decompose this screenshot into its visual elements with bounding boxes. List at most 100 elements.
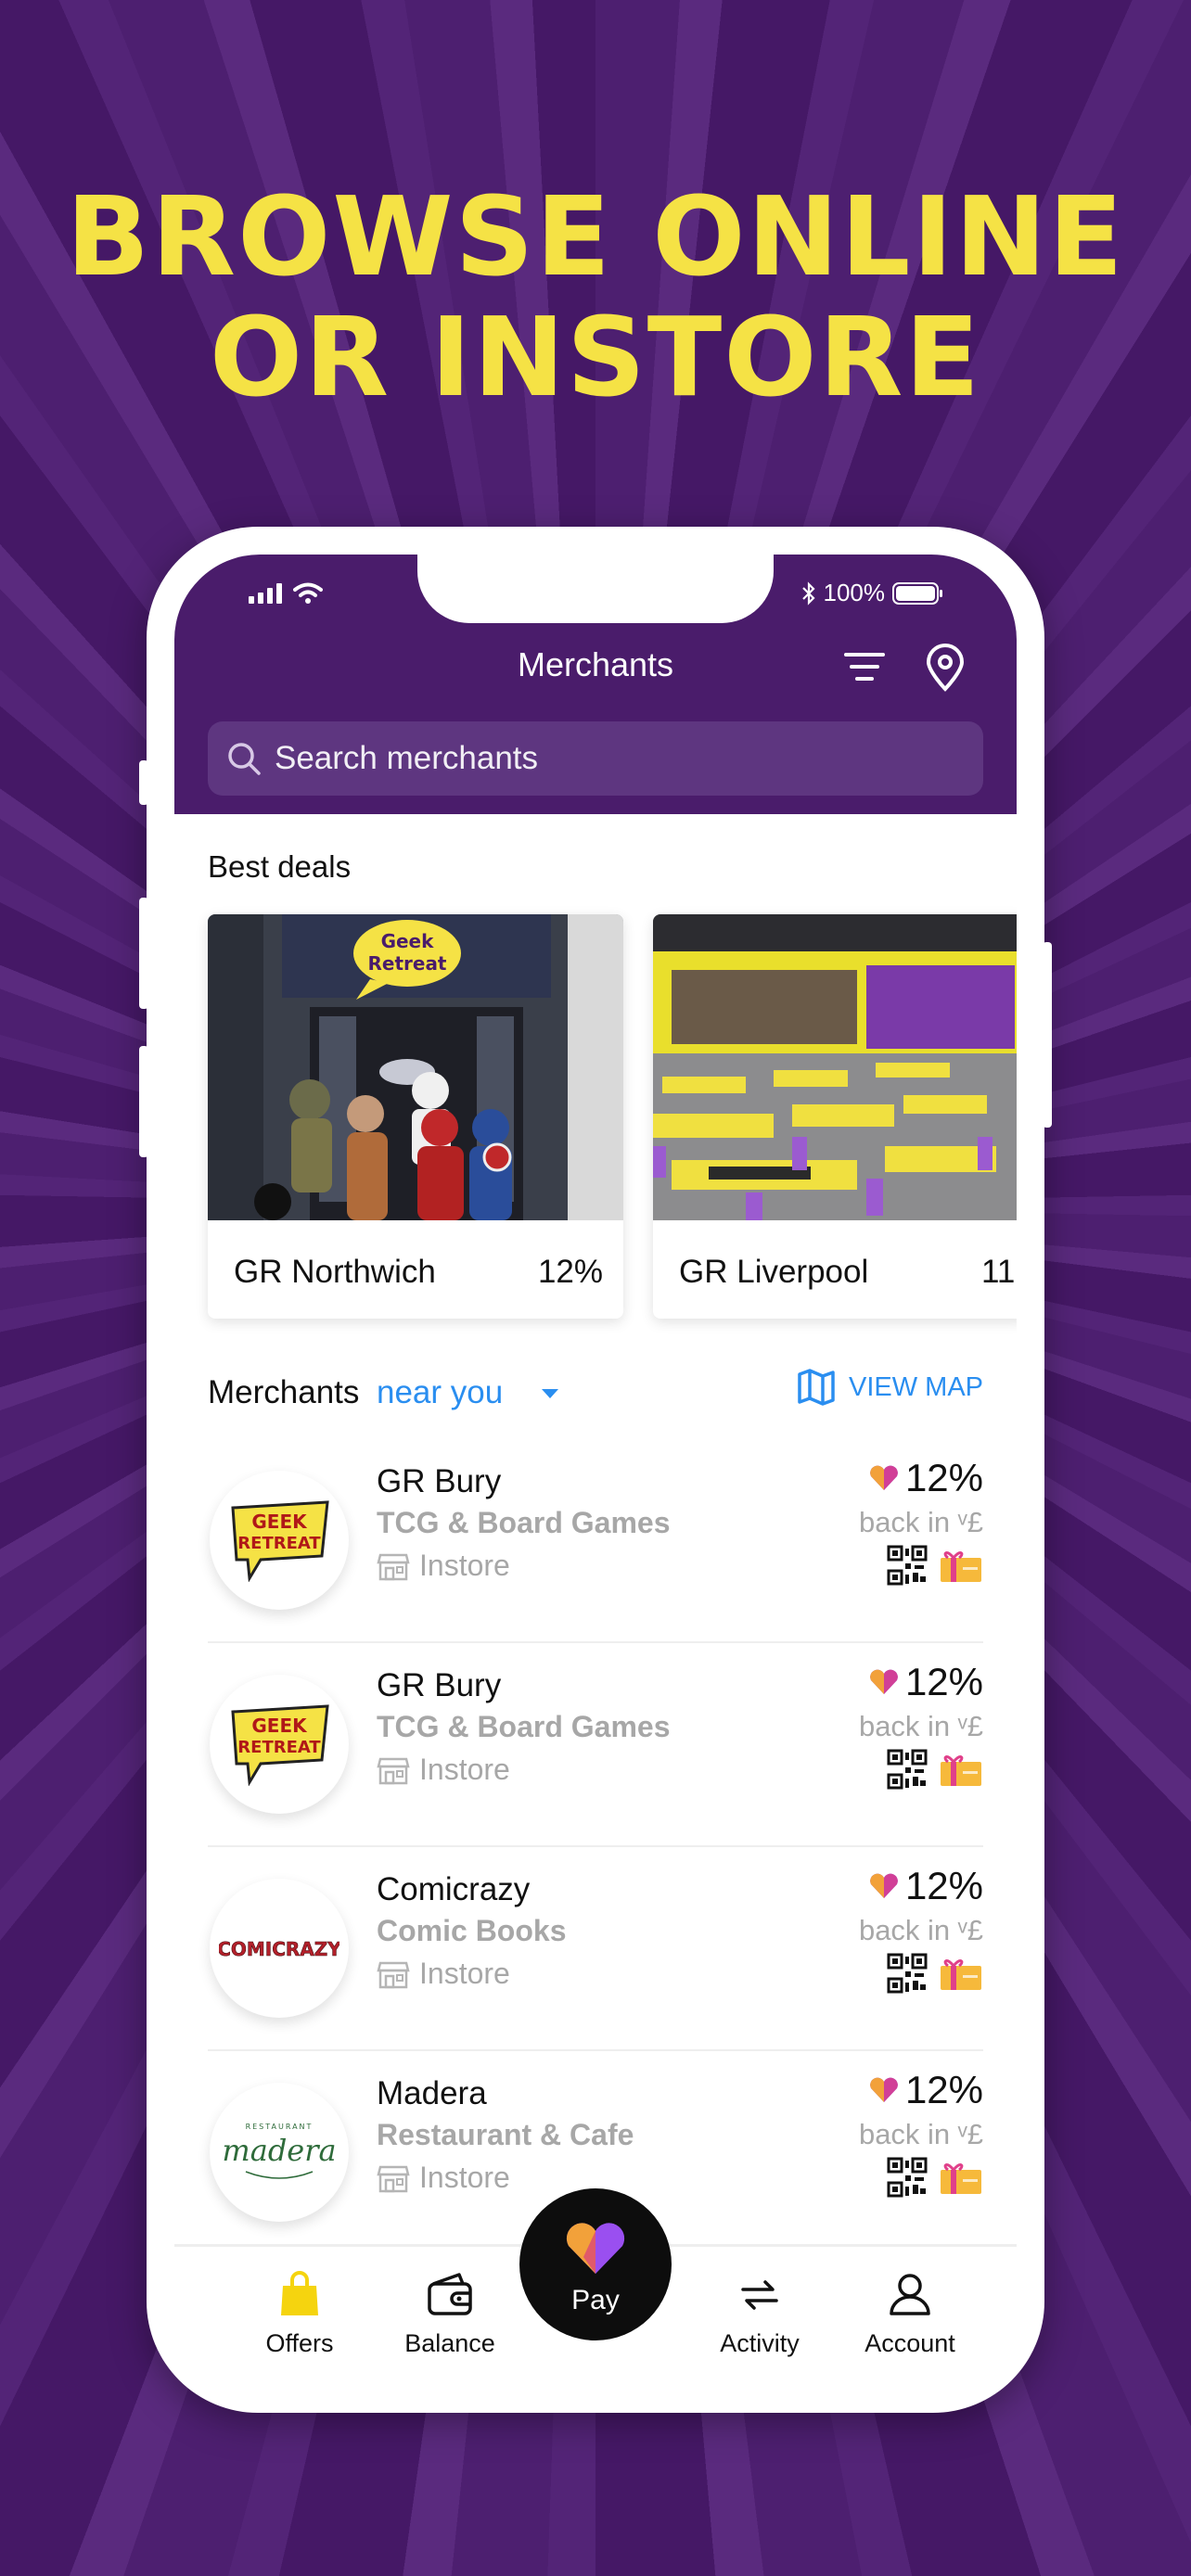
merchant-logo: GEEK RETREAT bbox=[210, 1471, 349, 1610]
merchant-category: TCG & Board Games bbox=[377, 1710, 671, 1743]
merchant-mode-label: Instore bbox=[419, 1549, 510, 1582]
merchants-near-header: Merchants near you VIEW MAP bbox=[208, 1369, 983, 1415]
tab-offers-label: Offers bbox=[265, 2329, 334, 2357]
gift-card-icon bbox=[941, 2163, 981, 2194]
phone-frame: 100% Merchants Search merchants Best dea… bbox=[139, 527, 1052, 2413]
cashback-label: back in ᵛ£ bbox=[858, 1914, 983, 1946]
logo-line-1: GEEK bbox=[251, 1511, 308, 1533]
merchant-mode-label: Instore bbox=[419, 2161, 510, 2194]
caret-down-icon[interactable] bbox=[540, 1387, 560, 1400]
app-screen: 100% Merchants Search merchants Best dea… bbox=[174, 555, 1017, 2385]
transfer-arrows-icon bbox=[741, 2280, 778, 2310]
merchant-name: GR Bury bbox=[377, 1667, 502, 1703]
heart-logo-icon bbox=[870, 1873, 898, 1898]
wallet-icon bbox=[428, 2273, 472, 2315]
merchant-row[interactable]: COMICRAZY Comicrazy Comic Books Instore bbox=[208, 1847, 983, 2051]
tab-balance-label: Balance bbox=[404, 2329, 495, 2357]
location-pin-icon[interactable] bbox=[926, 644, 965, 692]
logo-line-2: RETREAT bbox=[237, 1738, 321, 1757]
map-icon bbox=[798, 1369, 835, 1406]
merchant-category: Restaurant & Cafe bbox=[377, 2118, 634, 2151]
merchant-row[interactable]: GEEK RETREAT GR Bury TCG & Board Games I… bbox=[208, 1439, 983, 1643]
heart-logo-icon bbox=[870, 1465, 898, 1490]
deal-percent: 12% bbox=[537, 1254, 603, 1290]
cashback-label: back in ᵛ£ bbox=[858, 1710, 983, 1742]
gift-card-icon bbox=[941, 1551, 981, 1582]
deal-name: GR Northwich bbox=[234, 1254, 436, 1290]
cashback-label: back in ᵛ£ bbox=[858, 2118, 983, 2150]
cashback-percent: 12% bbox=[868, 2068, 983, 2112]
page-title: Merchants bbox=[517, 645, 674, 683]
merchant-mode: Instore bbox=[377, 1957, 510, 1991]
merchant-mode: Instore bbox=[377, 1753, 510, 1787]
payment-options bbox=[887, 2157, 983, 2198]
qr-code-icon bbox=[887, 1749, 928, 1790]
notch bbox=[417, 555, 774, 623]
merchant-mode-label: Instore bbox=[419, 1957, 510, 1990]
filter-icon[interactable] bbox=[844, 651, 885, 682]
silent-switch bbox=[139, 760, 148, 805]
logo-top-text: RESTAURANT bbox=[246, 2123, 314, 2131]
logo-line-1: GEEK bbox=[251, 1715, 308, 1737]
view-map-label: VIEW MAP bbox=[848, 1371, 983, 1402]
wifi-icon bbox=[293, 582, 323, 604]
power-button bbox=[1043, 942, 1052, 1128]
deal-card-gr-northwich[interactable]: Geek Retreat GR Northwich 12% bbox=[208, 914, 623, 1319]
status-signal bbox=[249, 582, 323, 605]
tab-offers[interactable]: Offers bbox=[230, 2271, 369, 2358]
volume-up-button bbox=[139, 898, 148, 1009]
logo-text: madera bbox=[224, 2133, 335, 2168]
deal-image-storefront: Geek Retreat bbox=[208, 914, 623, 1220]
merchant-name: Madera bbox=[377, 2075, 487, 2111]
merchant-category: TCG & Board Games bbox=[377, 1506, 671, 1539]
battery-icon bbox=[892, 581, 942, 605]
merchant-mode: Instore bbox=[377, 1549, 510, 1583]
bluetooth-icon bbox=[801, 580, 815, 606]
tab-account[interactable]: Account bbox=[840, 2271, 980, 2358]
near-you-dropdown[interactable]: near you bbox=[377, 1374, 503, 1411]
tab-balance[interactable]: Balance bbox=[380, 2271, 519, 2358]
merchant-logo: RESTAURANT madera bbox=[210, 2083, 349, 2222]
cashback-label: back in ᵛ£ bbox=[858, 1506, 983, 1538]
store-icon bbox=[377, 1961, 410, 1988]
battery-percent: 100% bbox=[823, 579, 886, 606]
heart-logo-icon bbox=[566, 2223, 625, 2274]
heart-logo-icon bbox=[870, 2077, 898, 2102]
deal-image-gaming-room bbox=[653, 914, 1017, 1220]
cashback-percent-value: 12% bbox=[904, 2068, 983, 2111]
search-input[interactable]: Search merchants bbox=[208, 721, 983, 796]
store-icon bbox=[377, 1553, 410, 1580]
cashback-percent: 12% bbox=[868, 1456, 983, 1500]
app-header: 100% Merchants Search merchants bbox=[174, 555, 1017, 814]
tab-activity-label: Activity bbox=[720, 2329, 800, 2357]
qr-code-icon bbox=[887, 1545, 928, 1586]
qr-code-icon bbox=[887, 2157, 928, 2198]
volume-down-button bbox=[139, 1046, 148, 1157]
user-icon bbox=[890, 2274, 930, 2315]
payment-options bbox=[887, 1953, 983, 1994]
view-map-button[interactable]: VIEW MAP bbox=[797, 1369, 983, 1406]
cashback-percent-value: 12% bbox=[904, 1864, 983, 1907]
tab-activity[interactable]: Activity bbox=[690, 2271, 829, 2358]
deal-percent: 11 bbox=[981, 1254, 1016, 1290]
merchant-logo: COMICRAZY bbox=[210, 1879, 349, 2018]
search-icon bbox=[226, 741, 262, 776]
gift-card-icon bbox=[941, 1755, 981, 1786]
storefront-sign-line-1: Geek bbox=[381, 930, 435, 952]
cashback-percent-value: 12% bbox=[904, 1660, 983, 1703]
cashback-percent: 12% bbox=[868, 1864, 983, 1908]
deal-card-gr-liverpool[interactable]: GR Liverpool 11 bbox=[653, 914, 1017, 1319]
cellular-signal-icon bbox=[249, 583, 282, 604]
merchant-mode: Instore bbox=[377, 2161, 510, 2195]
headline: BROWSE ONLINE OR INSTORE bbox=[0, 176, 1191, 417]
merchant-row[interactable]: GEEK RETREAT GR Bury TCG & Board Games I… bbox=[208, 1643, 983, 1847]
headline-line-1: BROWSE ONLINE bbox=[66, 172, 1125, 300]
cashback-percent-value: 12% bbox=[904, 1456, 983, 1499]
logo-line-2: RETREAT bbox=[237, 1534, 321, 1553]
shopping-bag-icon bbox=[281, 2271, 318, 2315]
deal-name: GR Liverpool bbox=[679, 1254, 869, 1290]
logo-text: COMICRAZY bbox=[219, 1938, 339, 1960]
pay-label: Pay bbox=[571, 2285, 620, 2315]
pay-button[interactable]: Pay bbox=[519, 2188, 672, 2340]
gift-card-icon bbox=[941, 1959, 981, 1990]
